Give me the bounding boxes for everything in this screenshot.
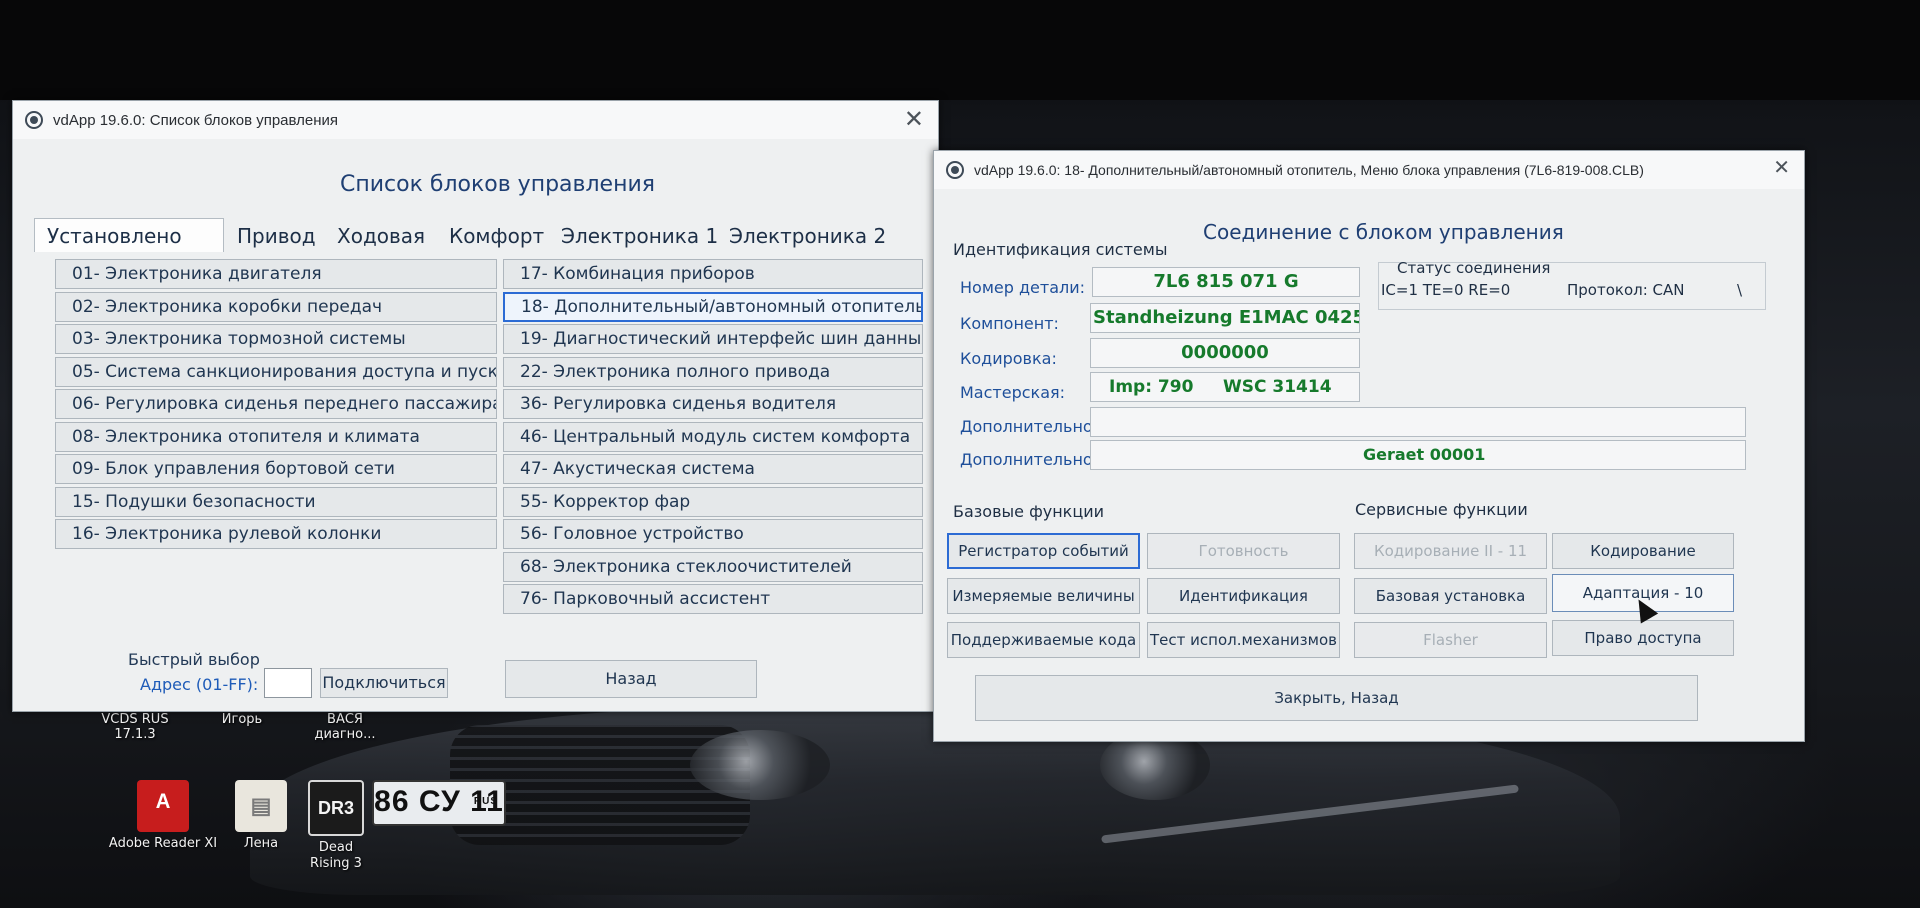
address-input[interactable] xyxy=(264,668,312,698)
desktop-shortcut-igor[interactable]: Игорь xyxy=(212,712,272,727)
connect-button[interactable]: Подключиться xyxy=(320,668,448,698)
control-unit-button[interactable]: 55- Корректор фар xyxy=(503,486,923,517)
desktop-icon-label: Dead Rising 3 xyxy=(310,840,362,871)
license-plate: 86 СУ 11 RUS xyxy=(372,780,506,826)
activity-spinner: \ xyxy=(1737,281,1743,299)
control-unit-button[interactable]: 03- Электроника тормозной системы xyxy=(55,324,497,354)
additional-1-label: Дополнительно: xyxy=(960,417,1099,436)
tab-drive[interactable]: Привод xyxy=(224,218,324,252)
connection-status-box: Статус соединения IC=1 TE=0 RE=0 Протоко… xyxy=(1378,259,1766,310)
component-value: Standheizung E1MAC 0425 xyxy=(1090,303,1360,333)
output-tests-button[interactable]: Тест испол.механизмов xyxy=(1147,622,1340,658)
control-unit-button[interactable]: 06- Регулировка сиденья переднего пассаж… xyxy=(55,389,497,419)
desktop-icon-label: Adobe Reader XI xyxy=(108,836,218,851)
control-unit-button[interactable]: 05- Система санкционирования доступа и п… xyxy=(55,356,497,387)
control-unit-button[interactable]: 02- Электроника коробки передач xyxy=(55,291,497,322)
tab-installed[interactable]: Установлено xyxy=(34,218,224,252)
tab-electronics-2[interactable]: Электроника 2 xyxy=(716,218,886,252)
game-icon: DR3 xyxy=(308,780,364,836)
coding-label: Кодировка: xyxy=(960,349,1057,368)
app-logo-icon xyxy=(946,161,964,179)
supported-codes-button[interactable]: Поддерживаемые кода xyxy=(947,622,1140,658)
control-unit-button[interactable]: 19- Диагностический интерфейс шин данных xyxy=(503,324,923,354)
connection-status-codes: IC=1 TE=0 RE=0 xyxy=(1381,281,1511,299)
workshop-value: Imp: 790 WSC 31414 xyxy=(1090,372,1360,402)
desktop-icon-lena[interactable]: ▤ Лена xyxy=(206,780,316,852)
desktop-shortcut-vasya[interactable]: ВАСЯ диагно... xyxy=(310,712,380,742)
connection-heading: Соединение с блоком управления xyxy=(1203,220,1564,244)
control-unit-button[interactable]: 01- Электроника двигателя xyxy=(55,259,497,289)
adobe-pdf-icon: ᴬ xyxy=(137,780,189,832)
flasher-button[interactable]: Flasher xyxy=(1354,622,1547,658)
control-unit-list-right: 17- Комбинация приборов 18- Дополнительн… xyxy=(503,259,923,617)
control-unit-button[interactable]: 08- Электроника отопителя и климата xyxy=(55,421,497,452)
additional-2-value: Geraet 00001 xyxy=(1090,440,1746,470)
control-unit-button[interactable]: 09- Блок управления бортовой сети xyxy=(55,454,497,484)
identification-button[interactable]: Идентификация xyxy=(1147,578,1340,614)
window-title: vdApp 19.6.0: Список блоков управления xyxy=(53,111,339,129)
workshop-wsc: WSC 31414 xyxy=(1223,377,1332,397)
back-button[interactable]: Назад xyxy=(505,660,757,698)
event-recorder-button[interactable]: Регистратор событий xyxy=(947,533,1140,569)
workshop-label: Мастерская: xyxy=(960,383,1066,402)
control-unit-button-selected[interactable]: 18- Дополнительный/автономный отопитель xyxy=(503,291,923,322)
measured-values-button[interactable]: Измеряемые величины xyxy=(947,578,1140,614)
control-unit-button[interactable]: 17- Комбинация приборов xyxy=(503,259,923,289)
basic-functions-label: Базовые функции xyxy=(953,502,1105,521)
page-title: Список блоков управления xyxy=(340,172,656,197)
desktop-shortcut-vcds[interactable]: VCDS RUS 17.1.3 xyxy=(100,712,170,742)
close-back-button[interactable]: Закрыть, Назад xyxy=(975,675,1698,721)
additional-1-value xyxy=(1090,407,1746,437)
part-number-value: 7L6 815 071 G xyxy=(1092,267,1360,297)
close-icon[interactable]: ✕ xyxy=(904,105,924,134)
system-identification-label: Идентификация системы xyxy=(953,240,1168,259)
control-unit-button[interactable]: 36- Регулировка сиденья водителя xyxy=(503,389,923,419)
window-titlebar[interactable]: vdApp 19.6.0: 18- Дополнительный/автоном… xyxy=(934,151,1804,189)
additional-2-label: Дополнительно: xyxy=(960,450,1099,469)
control-unit-button[interactable]: 68- Электроника стеклоочистителей xyxy=(503,551,923,582)
control-unit-button[interactable]: 15- Подушки безопасности xyxy=(55,486,497,517)
control-unit-button[interactable]: 56- Головное устройство xyxy=(503,519,923,549)
tab-bar: Установлено Привод Ходовая Комфорт Элект… xyxy=(34,218,886,252)
control-unit-button[interactable]: 76- Парковочный ассистент xyxy=(503,584,923,614)
service-functions-label: Сервисные функции xyxy=(1355,500,1528,519)
coding-value: 0000000 xyxy=(1090,338,1360,368)
tab-comfort[interactable]: Комфорт xyxy=(436,218,548,252)
control-unit-list-left: 01- Электроника двигателя 02- Электроник… xyxy=(55,259,497,552)
desktop-icon-label: Лена xyxy=(243,836,279,851)
control-unit-button[interactable]: 16- Электроника рулевой колонки xyxy=(55,519,497,549)
connection-status-label: Статус соединения xyxy=(1397,259,1551,277)
desktop-icon-deadrising[interactable]: DR3 Dead Rising 3 xyxy=(306,780,366,872)
control-unit-button[interactable]: 22- Электроника полного привода xyxy=(503,356,923,387)
plate-region: RUS xyxy=(473,796,498,807)
control-unit-button[interactable]: 46- Центральный модуль систем комфорта xyxy=(503,421,923,452)
coding-button[interactable]: Кодирование xyxy=(1552,533,1734,569)
access-rights-button[interactable]: Право доступа xyxy=(1552,620,1734,656)
app-logo-icon xyxy=(25,111,43,129)
part-number-label: Номер детали: xyxy=(960,278,1086,297)
window-title: vdApp 19.6.0: 18- Дополнительный/автоном… xyxy=(974,162,1644,178)
quick-select-label: Быстрый выбор xyxy=(128,650,260,669)
close-icon[interactable]: ✕ xyxy=(1773,155,1790,180)
desktop-shortcut-label: ВАСЯ диагно... xyxy=(314,712,376,742)
coding-ii-button[interactable]: Кодирование II - 11 xyxy=(1354,533,1547,569)
tab-electronics-1[interactable]: Электроника 1 xyxy=(548,218,718,252)
basic-setting-button[interactable]: Базовая установка xyxy=(1354,578,1547,614)
window-titlebar[interactable]: vdApp 19.6.0: Список блоков управления ✕ xyxy=(13,101,938,139)
workshop-imp: Imp: 790 xyxy=(1109,377,1194,397)
desktop-shortcut-label: Игорь xyxy=(221,712,263,727)
file-icon: ▤ xyxy=(235,780,287,832)
address-label: Адрес (01-FF): xyxy=(140,675,259,694)
tab-chassis[interactable]: Ходовая xyxy=(324,218,436,252)
control-unit-button[interactable]: 47- Акустическая система xyxy=(503,454,923,484)
component-label: Компонент: xyxy=(960,314,1059,333)
protocol-label: Протокол: CAN xyxy=(1567,281,1685,299)
monitor-bezel xyxy=(0,0,1920,100)
wallpaper-headlight-left xyxy=(690,730,830,800)
desktop-icon-adobe[interactable]: ᴬ Adobe Reader XI xyxy=(108,780,218,852)
desktop-shortcut-label: VCDS RUS 17.1.3 xyxy=(101,712,169,742)
readiness-button[interactable]: Готовность xyxy=(1147,533,1340,569)
